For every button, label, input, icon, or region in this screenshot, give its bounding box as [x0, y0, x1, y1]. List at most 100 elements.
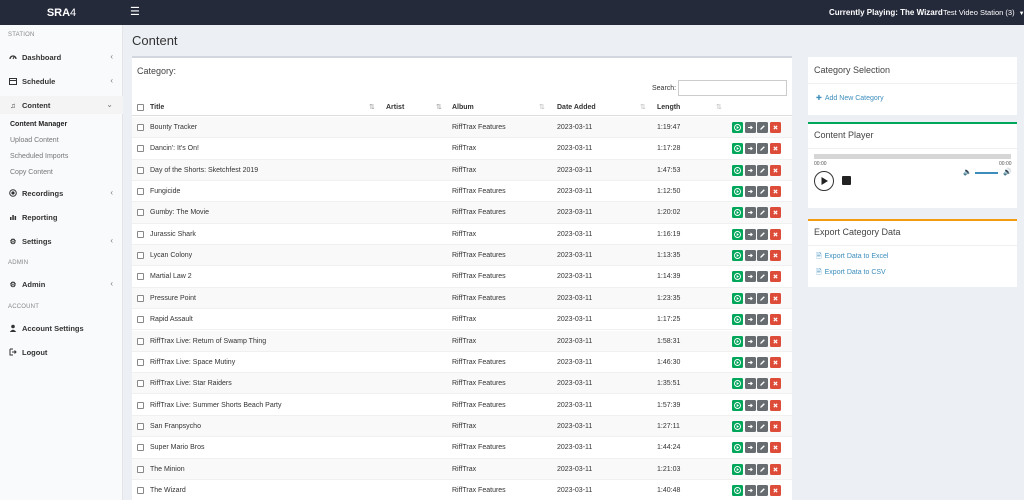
move-button[interactable]	[744, 228, 756, 240]
move-button[interactable]	[744, 186, 756, 198]
move-button[interactable]	[744, 207, 756, 219]
column-header-album[interactable]: Album	[452, 104, 474, 111]
player-progress-bar[interactable]	[814, 154, 1011, 159]
sidebar-item-reporting[interactable]: Reporting	[0, 208, 123, 226]
sidebar-subitem-scheduled-imports[interactable]: Scheduled Imports	[10, 153, 68, 160]
sidebar-item-logout[interactable]: Logout	[0, 343, 123, 361]
edit-button[interactable]	[757, 356, 768, 368]
table-row[interactable]: Super Mario Bros RiffTrax Features 2023-03…	[132, 437, 792, 459]
edit-button[interactable]	[757, 420, 768, 432]
row-checkbox[interactable]	[137, 380, 144, 388]
delete-button[interactable]	[769, 292, 781, 304]
play-button[interactable]	[732, 399, 743, 411]
delete-button[interactable]	[769, 399, 781, 411]
play-button[interactable]	[732, 335, 743, 347]
delete-button[interactable]	[769, 250, 781, 262]
sidebar-item-dashboard[interactable]: Dashboard ‹	[0, 48, 123, 66]
sidebar-item-settings[interactable]: ⚙ Settings ‹	[0, 232, 123, 250]
edit-button[interactable]	[757, 271, 768, 283]
move-button[interactable]	[744, 250, 756, 262]
table-row[interactable]: San Franpsycho RiffTrax 2023-03-11 1:27:11	[132, 415, 792, 438]
edit-button[interactable]	[757, 378, 768, 390]
table-row[interactable]: Fungicide RiffTrax Features 2023-03-11 1:12…	[132, 181, 792, 203]
delete-button[interactable]	[769, 143, 781, 155]
edit-button[interactable]	[757, 335, 768, 347]
table-row[interactable]: RiffTrax Live: Star Raiders RiffTrax Feat…	[132, 373, 792, 395]
play-button[interactable]	[732, 378, 743, 390]
sidebar-subitem-content-manager[interactable]: Content Manager	[10, 121, 67, 128]
edit-button[interactable]	[757, 164, 768, 176]
row-checkbox[interactable]	[137, 209, 144, 217]
play-button[interactable]	[732, 292, 743, 304]
row-checkbox[interactable]	[137, 188, 144, 196]
move-button[interactable]	[744, 399, 756, 411]
table-row[interactable]: Pressure Point RiffTrax Features 2023-03-1…	[132, 287, 792, 310]
row-checkbox[interactable]	[137, 166, 144, 174]
column-header-artist[interactable]: Artist	[386, 104, 404, 111]
play-button[interactable]	[732, 442, 743, 454]
brand-logo[interactable]: SRA 4	[0, 0, 123, 25]
edit-button[interactable]	[757, 314, 768, 326]
play-button[interactable]	[732, 164, 743, 176]
move-button[interactable]	[744, 378, 756, 390]
table-row[interactable]: Jurassic Shark RiffTrax 2023-03-11 1:16:19	[132, 224, 792, 246]
add-category-link[interactable]: ✚ Add New Category	[816, 94, 884, 102]
table-row[interactable]: Day of the Shorts: Sketchfest 2019 RiffTr…	[132, 159, 792, 181]
delete-button[interactable]	[769, 271, 781, 283]
move-button[interactable]	[744, 420, 756, 432]
edit-button[interactable]	[757, 228, 768, 240]
delete-button[interactable]	[769, 356, 781, 368]
row-checkbox[interactable]	[137, 230, 144, 238]
sidebar-item-content[interactable]: ♫ Content ⌄	[0, 96, 123, 114]
move-button[interactable]	[744, 335, 756, 347]
row-checkbox[interactable]	[137, 124, 144, 131]
edit-button[interactable]	[757, 207, 768, 219]
delete-button[interactable]	[769, 378, 781, 390]
play-button[interactable]	[732, 122, 743, 133]
edit-button[interactable]	[757, 143, 768, 155]
search-input[interactable]	[678, 80, 787, 96]
edit-button[interactable]	[757, 186, 768, 198]
row-checkbox[interactable]	[137, 337, 144, 345]
play-button[interactable]	[732, 250, 743, 262]
export-csv-link[interactable]: 🗎 Export Data to CSV	[816, 268, 886, 279]
row-checkbox[interactable]	[137, 444, 144, 452]
move-button[interactable]	[744, 164, 756, 176]
table-row[interactable]: Bounty Tracker RiffTrax Features 2023-03-1…	[132, 117, 792, 139]
play-button[interactable]	[814, 171, 834, 191]
delete-button[interactable]	[769, 207, 781, 219]
move-button[interactable]	[744, 292, 756, 304]
row-checkbox[interactable]	[137, 316, 144, 324]
row-checkbox[interactable]	[137, 358, 144, 366]
sidebar-item-account-settings[interactable]: Account Settings	[0, 319, 123, 337]
delete-button[interactable]	[769, 335, 781, 347]
volume-low-icon[interactable]: 🔈	[963, 168, 972, 176]
move-button[interactable]	[744, 314, 756, 326]
edit-button[interactable]	[757, 463, 768, 475]
sort-icon[interactable]: ⇅	[640, 103, 646, 111]
delete-button[interactable]	[769, 314, 781, 326]
table-row[interactable]: The Wizard RiffTrax Features 2023-03-11 1:4…	[132, 480, 792, 500]
play-button[interactable]	[732, 186, 743, 198]
sort-icon[interactable]: ⇅	[539, 103, 545, 111]
row-checkbox[interactable]	[137, 273, 144, 281]
edit-button[interactable]	[757, 484, 768, 496]
sidebar-subitem-upload-content[interactable]: Upload Content	[10, 137, 59, 144]
edit-button[interactable]	[757, 292, 768, 304]
table-row[interactable]: RiffTrax Live: Space Mutiny RiffTrax Feat…	[132, 352, 792, 374]
sort-icon[interactable]: ⇅	[369, 103, 375, 111]
move-button[interactable]	[744, 484, 756, 496]
volume-slider[interactable]	[975, 172, 998, 174]
station-dropdown[interactable]: Test Video Station (3) ▼	[943, 8, 1024, 17]
table-row[interactable]: Martial Law 2 RiffTrax Features 2023-03-11…	[132, 266, 792, 288]
move-button[interactable]	[744, 442, 756, 454]
sort-icon[interactable]: ⇅	[716, 103, 722, 111]
column-header-length[interactable]: Length	[657, 104, 680, 111]
sidebar-subitem-copy-content[interactable]: Copy Content	[10, 169, 53, 176]
move-button[interactable]	[744, 143, 756, 155]
play-button[interactable]	[732, 207, 743, 219]
play-button[interactable]	[732, 314, 743, 326]
delete-button[interactable]	[769, 186, 781, 198]
table-row[interactable]: The Minion RiffTrax 2023-03-11 1:21:03	[132, 458, 792, 480]
edit-button[interactable]	[757, 399, 768, 411]
